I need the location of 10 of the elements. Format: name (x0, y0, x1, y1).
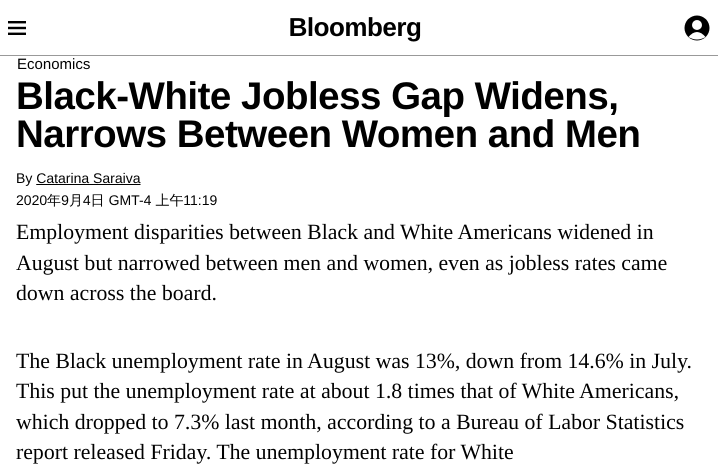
menu-icon[interactable] (8, 20, 26, 36)
article-paragraph: Employment disparities between Black and White Americans widened in August but narrowed between men and women, even as jobless rates came down across the board. (16, 219, 668, 307)
user-account-icon[interactable] (684, 14, 710, 40)
site-logo[interactable]: Bloomberg (288, 8, 422, 47)
publish-timestamp: 2020年9月4日 GMT-4 上午11:19 (16, 191, 218, 210)
article-paragraph: The Black unemployment rate in August was 13%, down from 14.6% in July. This put the unemployment rate at about 1.8 times that of White Americans, which dropped to 7.3% last month, according to a Bureau of Labor Statistics report released Friday. The unemployment rate for White (16, 348, 694, 466)
article-headline: Black-White Jobless Gap Widens, Narrows Between Women and Men (15, 74, 642, 154)
author-link[interactable]: Catarina Saraiva (36, 170, 141, 186)
section-label[interactable]: Economics (0, 56, 718, 73)
byline: By Catarina Saraiva (16, 169, 142, 188)
